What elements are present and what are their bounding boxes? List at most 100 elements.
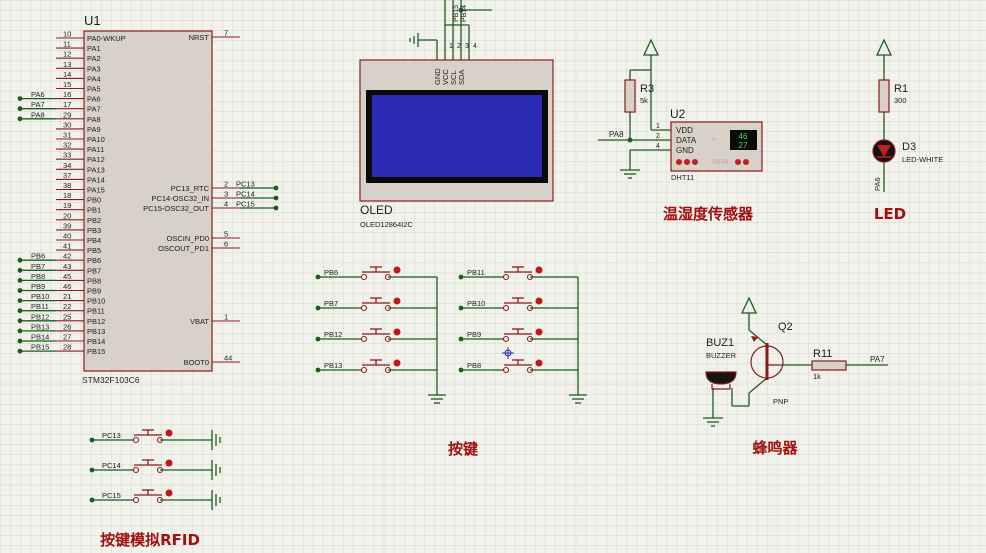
net-end-dot bbox=[458, 305, 464, 311]
switch-indicator[interactable] bbox=[165, 459, 173, 467]
net-end-dot bbox=[315, 367, 321, 373]
switch-indicator[interactable] bbox=[393, 359, 401, 367]
buzzer-caption: 蜂鸣器 bbox=[752, 439, 798, 457]
dht-ref: U2 bbox=[670, 107, 686, 121]
mcu-pin-number: 14 bbox=[63, 70, 71, 79]
dht-net-label: PA8 bbox=[609, 130, 624, 139]
led-net-label: PA6 bbox=[873, 177, 882, 191]
switch-indicator[interactable] bbox=[393, 266, 401, 274]
dht-rh-label: %RH bbox=[712, 159, 728, 166]
oled-pin-num-3: 3 bbox=[465, 43, 469, 50]
key-net-label: PB6 bbox=[324, 268, 338, 277]
dht-button-1[interactable] bbox=[676, 159, 682, 165]
mcu-pin-number: 27 bbox=[63, 333, 71, 342]
mcu-pin-name: PB9 bbox=[87, 287, 101, 296]
mcu-pin-name: PB6 bbox=[87, 256, 101, 265]
resistor-r3[interactable] bbox=[624, 79, 636, 113]
mcu-net-label: PB6 bbox=[31, 252, 45, 261]
net-end-dot bbox=[273, 195, 279, 201]
dht-button-3[interactable] bbox=[692, 159, 698, 165]
r3-value: 5k bbox=[640, 96, 648, 105]
resistor-r11[interactable] bbox=[811, 360, 847, 371]
switch-indicator[interactable] bbox=[393, 297, 401, 305]
key-net-label: PB8 bbox=[467, 361, 481, 370]
mcu-pin-name: PB11 bbox=[87, 307, 105, 316]
dht-pin-data: DATA bbox=[676, 136, 697, 145]
mcu-pin-name: PA13 bbox=[87, 165, 105, 174]
mcu-pin-number: 31 bbox=[63, 131, 71, 140]
net-end-dot bbox=[17, 328, 23, 334]
dht-button-2[interactable] bbox=[684, 159, 690, 165]
led-caption: LED bbox=[874, 205, 906, 223]
buzzer-body[interactable] bbox=[705, 371, 737, 385]
mcu-pin-name: PB3 bbox=[87, 226, 101, 235]
switch-contact bbox=[502, 273, 510, 281]
oled-pin-sda: SDA bbox=[457, 70, 466, 85]
switch-indicator[interactable] bbox=[535, 297, 543, 305]
mcu-pin-number: 12 bbox=[63, 50, 71, 59]
net-end-dot bbox=[315, 336, 321, 342]
mcu-pin-number: 43 bbox=[63, 262, 71, 271]
switch-indicator[interactable] bbox=[535, 328, 543, 336]
mcu-pin-name: PC15-OSC32_OUT bbox=[143, 204, 209, 213]
mcu-pin-number: 41 bbox=[63, 242, 71, 251]
net-end-dot bbox=[17, 338, 23, 344]
mcu-pin-name: PA12 bbox=[87, 155, 105, 164]
switch-indicator[interactable] bbox=[165, 429, 173, 437]
mcu-pin-number: 6 bbox=[224, 240, 228, 249]
mcu-pin-name: PB12 bbox=[87, 317, 105, 326]
mcu-pin-number: 17 bbox=[63, 100, 71, 109]
buzzer-ref: BUZ1 bbox=[706, 337, 734, 349]
schematic-canvas[interactable]: U1 10 PA0-WKUP11 PA112 PA213 PA314 PA415 PA516… bbox=[0, 0, 986, 553]
mcu-pin-number: 7 bbox=[224, 29, 228, 38]
mcu-net-label: PB10 bbox=[31, 292, 49, 301]
switch-contact bbox=[360, 273, 368, 281]
net-end-dot bbox=[89, 467, 95, 473]
resistor-r1[interactable] bbox=[878, 79, 890, 113]
mcu-pin-name: PA9 bbox=[87, 125, 101, 134]
net-end-dot bbox=[17, 308, 23, 314]
switch-contact bbox=[502, 366, 510, 374]
dht-button-4[interactable] bbox=[735, 159, 741, 165]
mcu-pin-name: PA2 bbox=[87, 54, 101, 63]
mcu-ref: U1 bbox=[84, 13, 101, 28]
mcu-pin-number: 33 bbox=[63, 151, 71, 160]
mcu-net-label: PA7 bbox=[31, 100, 45, 109]
net-end-dot bbox=[458, 274, 464, 280]
net-end-dot bbox=[458, 336, 464, 342]
mcu-net-label: PB11 bbox=[31, 302, 49, 311]
mcu-pin-number: 40 bbox=[63, 232, 71, 241]
mcu-pin-name: PA4 bbox=[87, 74, 101, 83]
switch-indicator[interactable] bbox=[535, 266, 543, 274]
net-end-dot bbox=[17, 348, 23, 354]
mcu-pin-name: PA0-WKUP bbox=[87, 34, 126, 43]
switch-indicator[interactable] bbox=[393, 328, 401, 336]
dht-button-5[interactable] bbox=[743, 159, 749, 165]
mcu-net-label: PC13 bbox=[236, 180, 255, 189]
mcu-pin-name: OSCOUT_PD1 bbox=[158, 244, 209, 253]
mcu-pin-number: 18 bbox=[63, 191, 71, 200]
mcu-pin-number: 37 bbox=[63, 171, 71, 180]
mcu-pin-name: NRST bbox=[189, 33, 210, 42]
mcu-pin-name: BOOT0 bbox=[184, 358, 209, 367]
switch-indicator[interactable] bbox=[165, 489, 173, 497]
mcu-pin-number: 28 bbox=[63, 343, 71, 352]
mcu-pin-number: 32 bbox=[63, 141, 71, 150]
oled-net-top-2: PB14 bbox=[461, 5, 468, 22]
rfid-net-label: PC13 bbox=[102, 431, 121, 440]
mcu-pin-name: PB1 bbox=[87, 206, 101, 215]
mcu-pin-number: 42 bbox=[63, 252, 71, 261]
transistor-ref: Q2 bbox=[778, 321, 793, 333]
mcu-pin-number: 22 bbox=[63, 302, 71, 311]
buzzer-part: BUZZER bbox=[706, 351, 737, 360]
net-end-dot bbox=[89, 497, 95, 503]
switch-contact bbox=[132, 466, 140, 474]
net-end-dot bbox=[17, 318, 23, 324]
switch-contact bbox=[360, 366, 368, 374]
switch-indicator[interactable] bbox=[535, 359, 543, 367]
mcu-net-label: PA6 bbox=[31, 90, 45, 99]
mcu-pin-name: PC13_RTC bbox=[171, 184, 210, 193]
oled-screen bbox=[372, 95, 542, 177]
net-end-dot bbox=[17, 257, 23, 263]
switch-contact bbox=[360, 304, 368, 312]
